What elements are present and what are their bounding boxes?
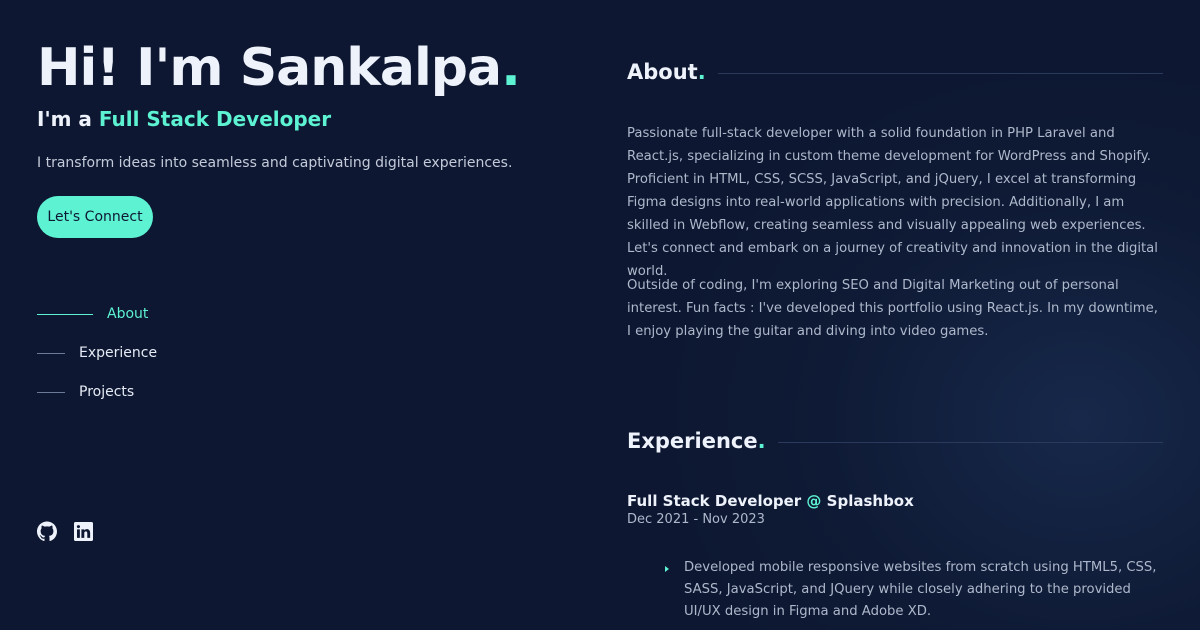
job-title: Full Stack Developer @ Splashbox xyxy=(627,492,914,510)
job-at: @ xyxy=(801,492,827,510)
experience-title: Experience. xyxy=(627,429,766,453)
hero-title-text: Hi! I'm Sankalpa xyxy=(37,38,502,98)
about-heading: About. xyxy=(627,60,1163,84)
hero-subtitle: I'm a Full Stack Developer xyxy=(37,107,331,131)
nav-item-label: About xyxy=(107,306,149,322)
about-title: About. xyxy=(627,60,706,84)
nav-item-label: Experience xyxy=(79,345,158,361)
experience-title-text: Experience xyxy=(627,429,758,453)
about-title-dot: . xyxy=(697,60,706,84)
content-column: About. Passionate full-stack developer w… xyxy=(627,0,1163,630)
experience-heading: Experience. xyxy=(627,429,1163,453)
job-dates: Dec 2021 - Nov 2023 xyxy=(627,512,765,527)
hero-title-dot: . xyxy=(501,38,521,98)
experience-title-dot: . xyxy=(757,429,766,453)
nav-item-projects[interactable]: Projects xyxy=(37,382,157,402)
hero-tagline: I transform ideas into seamless and capt… xyxy=(37,155,513,171)
section-divider xyxy=(777,441,1163,443)
about-title-text: About xyxy=(627,60,698,84)
nav-item-experience[interactable]: Experience xyxy=(37,343,157,363)
job-role: Full Stack Developer xyxy=(627,492,802,510)
bullet-text: Developed mobile responsive websites fro… xyxy=(684,560,1157,619)
nav-indicator-line xyxy=(37,352,65,354)
lets-connect-button[interactable]: Let's Connect xyxy=(37,196,153,238)
about-paragraph-1: Passionate full-stack developer with a s… xyxy=(627,126,1158,279)
nav-item-about[interactable]: About xyxy=(37,304,157,324)
nav-item-label: Projects xyxy=(79,384,135,400)
linkedin-icon[interactable] xyxy=(73,520,93,542)
bullet-arrow-icon xyxy=(665,566,669,572)
list-item: Developed mobile responsive websites fro… xyxy=(665,557,1163,623)
job-company: Splashbox xyxy=(826,492,914,510)
hero-title: Hi! I'm Sankalpa. xyxy=(37,38,521,98)
section-nav: About Experience Projects xyxy=(37,304,157,421)
intro-column: Hi! I'm Sankalpa. I'm a Full Stack Devel… xyxy=(37,0,557,630)
section-divider xyxy=(717,72,1163,74)
subtitle-role: Full Stack Developer xyxy=(98,107,332,131)
nav-indicator-line xyxy=(37,391,65,393)
subtitle-prefix: I'm a xyxy=(37,107,99,131)
github-icon[interactable] xyxy=(37,520,57,542)
social-links xyxy=(37,520,93,542)
about-paragraph-2: Outside of coding, I'm exploring SEO and… xyxy=(627,278,1158,339)
job-bullets: Developed mobile responsive websites fro… xyxy=(665,557,1163,623)
nav-indicator-line xyxy=(37,313,93,315)
